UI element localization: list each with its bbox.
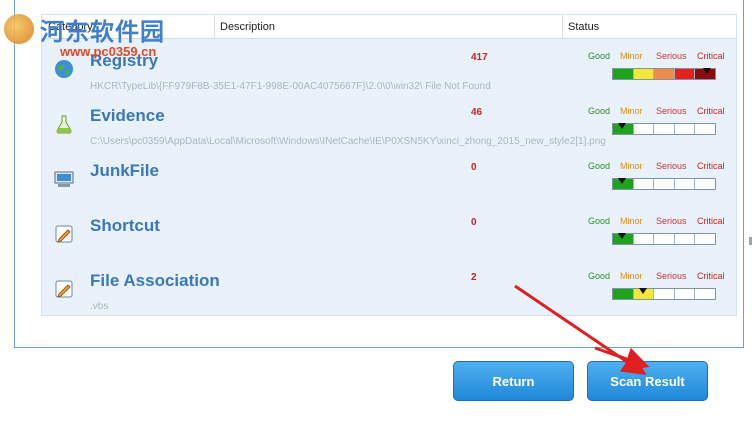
severity-label-minor: Minor — [620, 106, 643, 116]
shortcut-pencil-icon — [55, 225, 73, 243]
watermark-logo-icon — [4, 14, 34, 44]
row-title: Shortcut — [90, 216, 160, 235]
file-association-pencil-icon — [55, 280, 73, 298]
column-description[interactable]: Description — [220, 21, 275, 33]
result-row-junkfile[interactable]: JunkFile 0 Good Minor Serious Critical — [42, 151, 736, 206]
row-detail: .vbs — [90, 301, 109, 312]
severity-label-good: Good — [588, 51, 611, 61]
severity-meter — [612, 68, 716, 80]
evidence-flask-icon — [56, 115, 72, 134]
row-title: File Association — [90, 271, 220, 290]
severity-label-critical: Critical — [697, 161, 725, 171]
watermark-text: 河东软件园 — [40, 19, 165, 46]
severity-label-good: Good — [588, 106, 611, 116]
severity-label-critical: Critical — [697, 106, 725, 116]
result-row-evidence[interactable]: Evidence C:\Users\pc0359\AppData\Local\M… — [42, 96, 736, 151]
watermark: 河东软件园 www.pc0359.cn — [0, 0, 200, 64]
row-title: JunkFile — [90, 161, 159, 180]
issue-count: 46 — [471, 107, 483, 118]
severity-marker-icon — [703, 68, 711, 74]
severity-label-serious: Serious — [656, 106, 687, 116]
row-title: Evidence — [90, 106, 165, 125]
severity-label-minor: Minor — [620, 161, 643, 171]
column-status[interactable]: Status — [568, 21, 599, 33]
row-detail: C:\Users\pc0359\AppData\Local\Microsoft\… — [90, 136, 606, 147]
severity-label-good: Good — [588, 216, 611, 226]
severity-label-serious: Serious — [656, 216, 687, 226]
junkfile-computer-icon — [54, 171, 74, 187]
column-separator — [214, 15, 215, 39]
severity-label-good: Good — [588, 161, 611, 171]
severity-label-serious: Serious — [656, 161, 687, 171]
severity-label-minor: Minor — [620, 51, 643, 61]
severity-meter — [612, 123, 716, 135]
severity-label-serious: Serious — [656, 51, 687, 61]
severity-meter — [612, 233, 716, 245]
issue-count: 2 — [471, 272, 477, 283]
severity-marker-icon — [618, 123, 626, 129]
severity-meter — [612, 178, 716, 190]
column-separator — [562, 15, 563, 39]
severity-marker-icon — [618, 178, 626, 184]
severity-label-critical: Critical — [697, 51, 725, 61]
severity-label-critical: Critical — [697, 271, 725, 281]
row-detail: HKCR\TypeLib\{FF979F8B-35E1-47F1-998E-00… — [90, 81, 491, 92]
watermark-url: www.pc0359.cn — [60, 44, 157, 59]
issue-count: 0 — [471, 217, 477, 228]
severity-label-critical: Critical — [697, 216, 725, 226]
result-row-shortcut[interactable]: Shortcut 0 Good Minor Serious Critical — [42, 206, 736, 261]
issue-count: 0 — [471, 162, 477, 173]
issue-count: 417 — [471, 52, 488, 63]
annotation-arrow-icon — [514, 284, 650, 376]
severity-label-minor: Minor — [620, 216, 643, 226]
severity-marker-icon — [618, 233, 626, 239]
